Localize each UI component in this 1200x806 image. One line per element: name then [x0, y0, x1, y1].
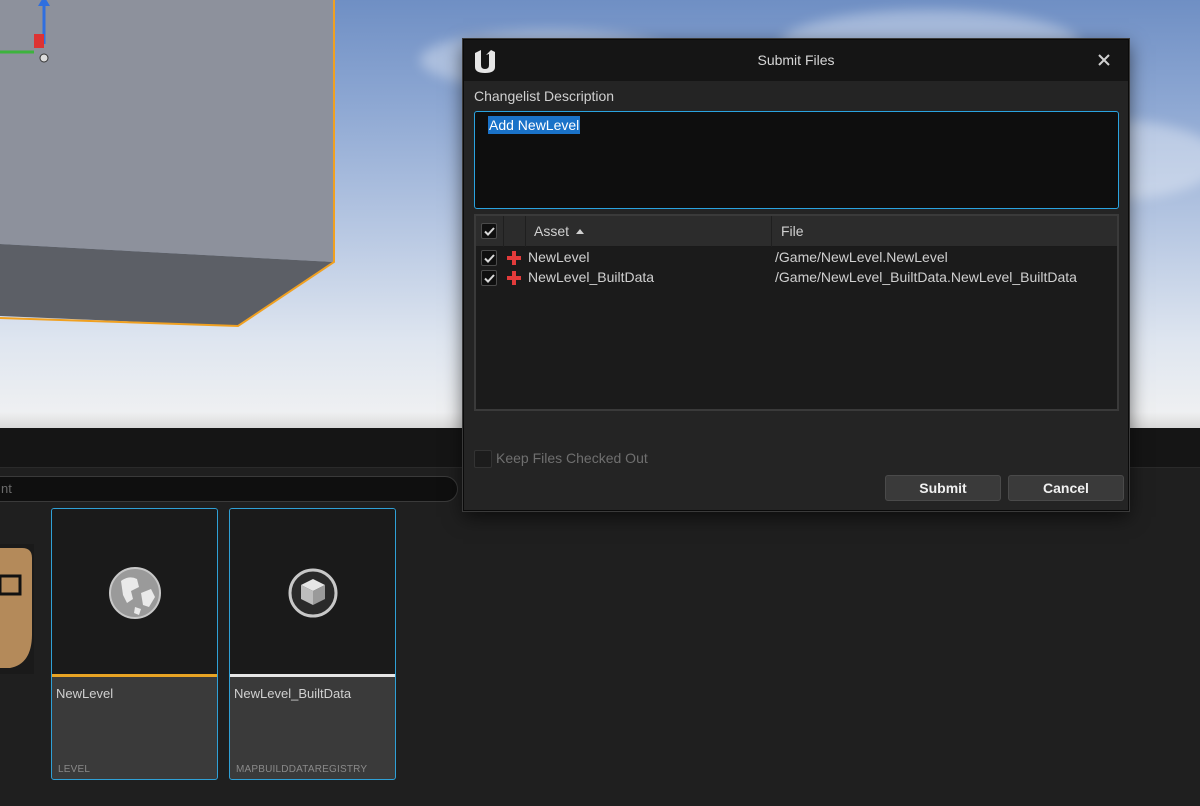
table-header: Asset File: [476, 216, 1117, 247]
submit-files-dialog: Submit Files Changelist Description Add …: [463, 39, 1129, 511]
sort-ascending-icon: [576, 229, 585, 234]
character-asset-thumbnail[interactable]: [0, 544, 34, 674]
dialog-titlebar[interactable]: Submit Files: [464, 40, 1128, 81]
select-all-checkbox[interactable]: [481, 223, 497, 239]
checkmark-icon: [484, 274, 495, 283]
column-header-asset[interactable]: Asset: [526, 216, 772, 247]
table-row[interactable]: NewLevel_BuiltData /Game/NewLevel_BuiltD…: [476, 268, 1117, 288]
transform-gizmo[interactable]: [0, 0, 60, 70]
asset-tile-newlevel[interactable]: NewLevel LEVEL: [51, 508, 218, 780]
changelist-description-value: Add NewLevel: [488, 116, 581, 134]
cube-icon: [288, 568, 338, 618]
header-status-cell: [504, 216, 526, 247]
changelist-description-label: Changelist Description: [474, 88, 615, 104]
files-table: Asset File NewLevel /Game/NewLevel.NewLe…: [474, 214, 1119, 411]
checkmark-icon: [484, 227, 495, 236]
header-checkbox-cell: [476, 216, 504, 247]
asset-tile-newlevel-builtdata[interactable]: NewLevel_BuiltData MAPBUILDDATAREGISTRY: [229, 508, 396, 780]
table-row[interactable]: NewLevel /Game/NewLevel.NewLevel: [476, 248, 1117, 268]
close-icon[interactable]: [1094, 50, 1114, 70]
globe-icon: [109, 567, 161, 619]
keep-files-checked-out-label: Keep Files Checked Out: [496, 450, 648, 466]
asset-type-label: LEVEL: [58, 764, 91, 775]
cancel-button[interactable]: Cancel: [1008, 475, 1124, 501]
changelist-description-input[interactable]: Add NewLevel: [474, 111, 1119, 209]
asset-name: NewLevel: [56, 686, 114, 701]
asset-type-label: MAPBUILDDATAREGISTRY: [236, 764, 368, 775]
search-input[interactable]: nt: [0, 476, 458, 502]
submit-button[interactable]: Submit: [885, 475, 1001, 501]
row-checkbox[interactable]: [481, 270, 497, 286]
column-header-asset-label: Asset: [534, 223, 570, 239]
asset-thumbnail: [230, 509, 395, 674]
row-asset-name: NewLevel: [528, 249, 590, 265]
row-checkbox[interactable]: [481, 250, 497, 266]
asset-type-color-bar: [230, 674, 395, 677]
column-header-file[interactable]: File: [772, 216, 1117, 247]
add-plus-icon: [507, 251, 521, 265]
row-file-path: /Game/NewLevel_BuiltData.NewLevel_BuiltD…: [775, 269, 1077, 285]
asset-name: NewLevel_BuiltData: [234, 686, 352, 701]
keep-files-checked-out-checkbox[interactable]: [474, 450, 492, 468]
dialog-title: Submit Files: [757, 52, 835, 68]
row-asset-name: NewLevel_BuiltData: [528, 269, 655, 285]
checkmark-icon: [484, 254, 495, 263]
row-file-path: /Game/NewLevel.NewLevel: [775, 249, 948, 265]
asset-type-color-bar: [52, 674, 217, 677]
add-plus-icon: [507, 271, 521, 285]
asset-thumbnail: [52, 509, 217, 674]
